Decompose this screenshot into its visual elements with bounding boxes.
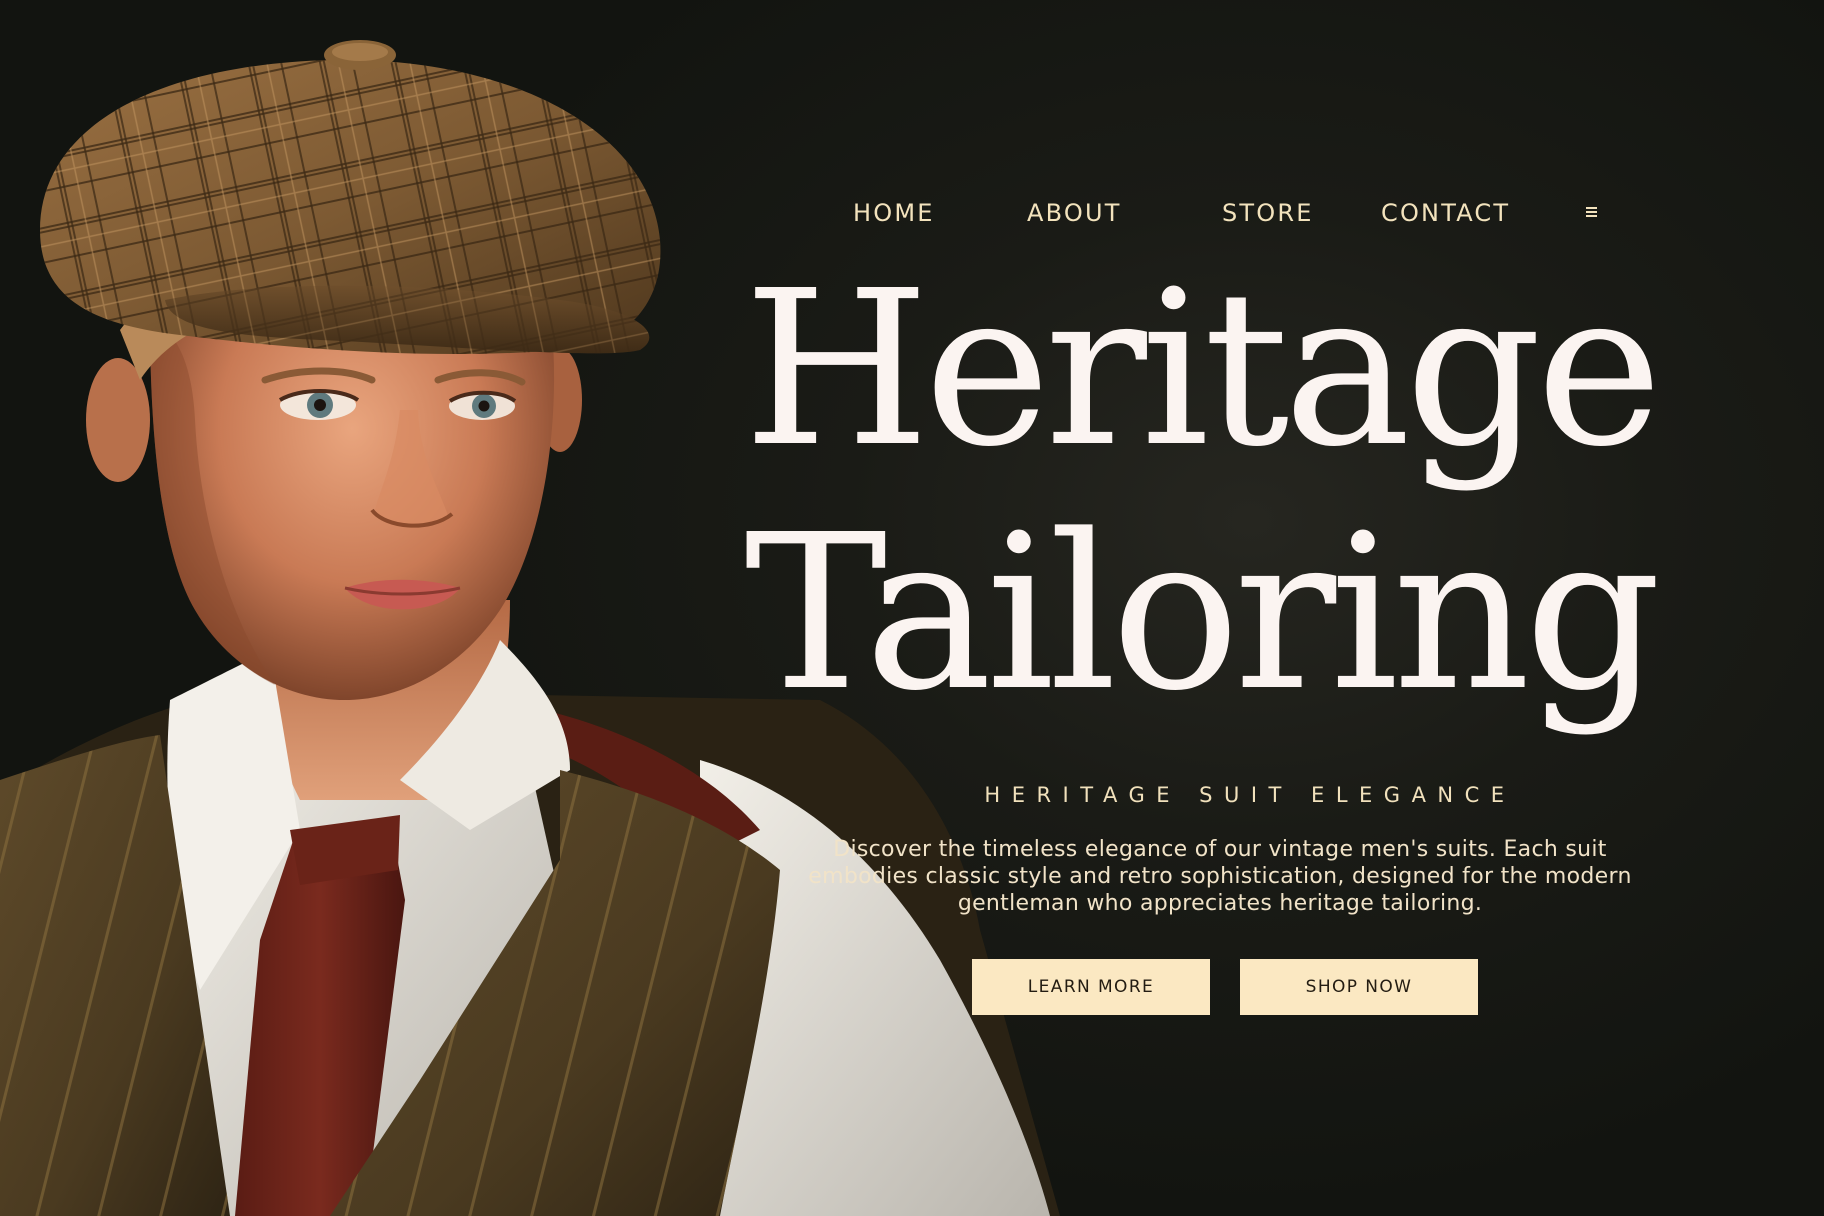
hero-title-line-2: Tailoring	[744, 489, 1662, 738]
nav-contact-link[interactable]: CONTACT	[1381, 196, 1510, 230]
hamburger-menu-icon[interactable]	[1586, 198, 1600, 224]
nav-about-link[interactable]: ABOUT	[1027, 196, 1122, 230]
hero-tagline: HERITAGE SUIT ELEGANCE	[984, 783, 1516, 807]
hero-description: Discover the timeless elegance of our vi…	[808, 837, 1632, 916]
shop-now-button[interactable]: SHOP NOW	[1240, 959, 1478, 1015]
main-navigation: HOME ABOUT STORE CONTACT	[0, 196, 1824, 230]
nav-store-link[interactable]: STORE	[1222, 196, 1314, 230]
hero-title: Heritage Tailoring	[600, 248, 1800, 736]
learn-more-button[interactable]: LEARN MORE	[972, 959, 1210, 1015]
hero-page: HOME ABOUT STORE CONTACT Heritage Tailor…	[0, 0, 1824, 1216]
hero-title-line-1: Heritage	[743, 245, 1662, 494]
nav-home-link[interactable]: HOME	[853, 196, 935, 230]
